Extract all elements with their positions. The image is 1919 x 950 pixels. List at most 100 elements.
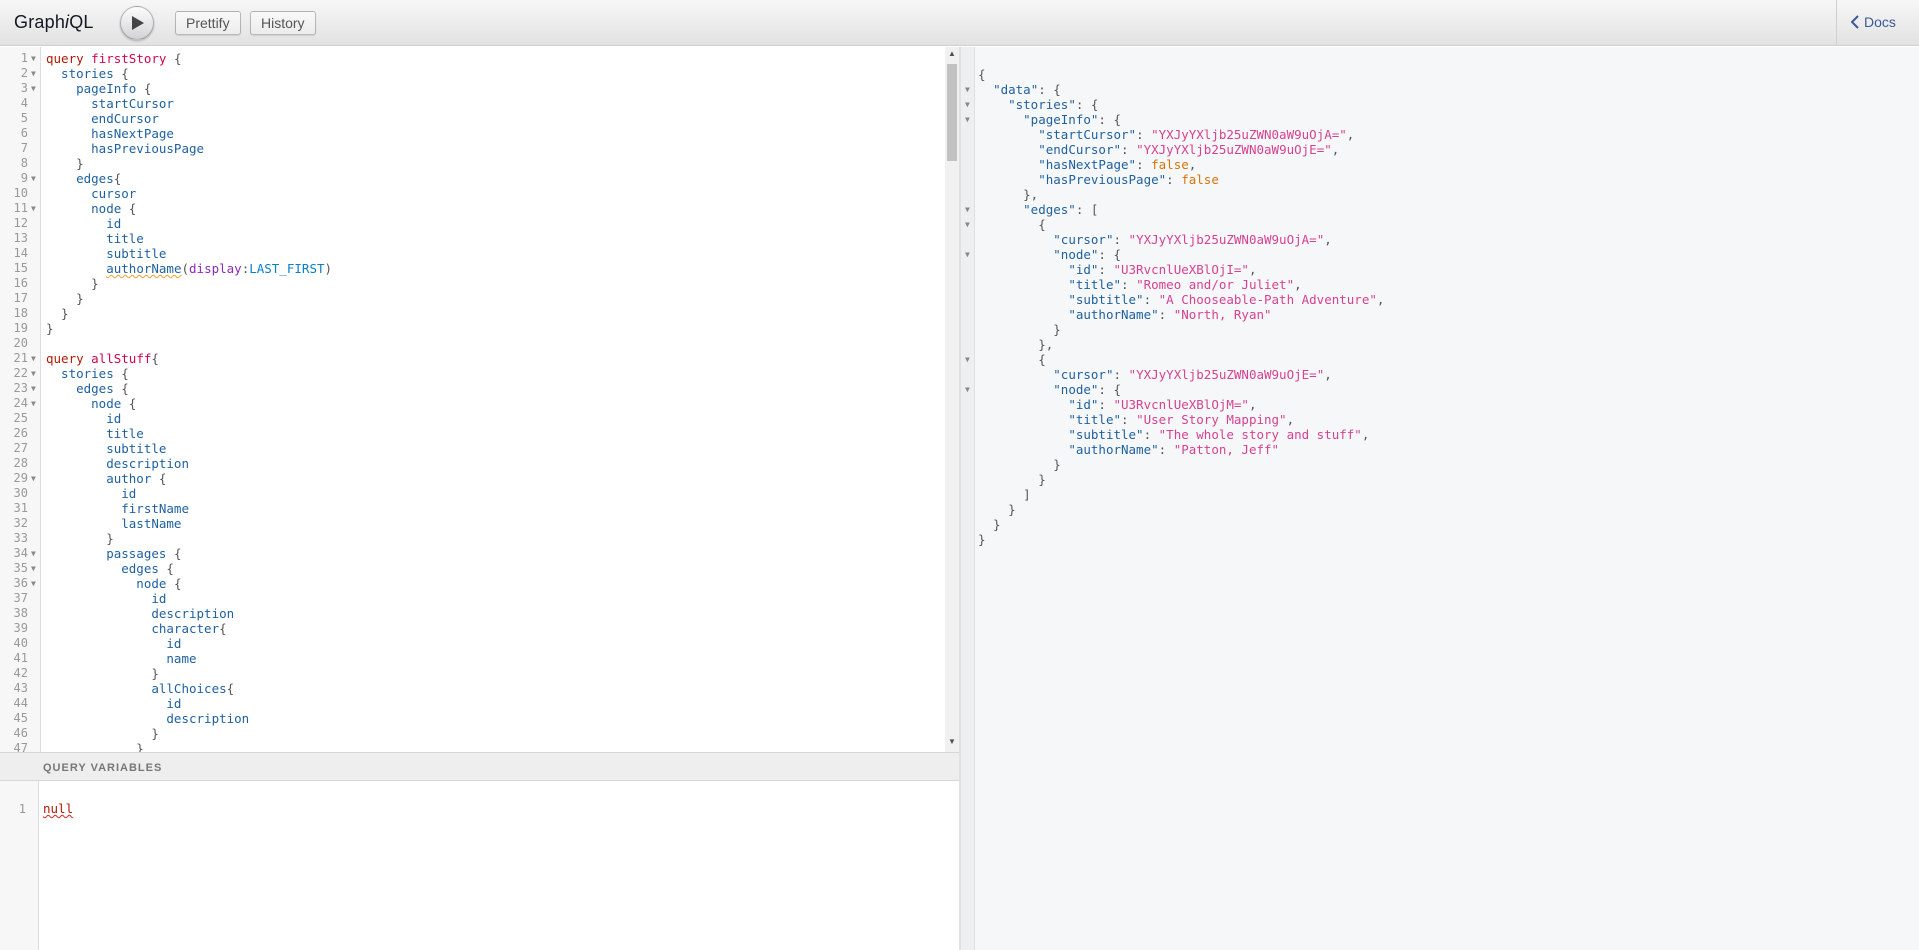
code-line[interactable]: 45 description [0,711,945,726]
code-line[interactable]: 37 id [0,591,945,606]
code-line[interactable]: 20 [0,336,945,351]
line-number: 7 [20,141,28,155]
code-line[interactable]: 23 ▼ edges { [0,381,945,396]
scroll-up-icon[interactable]: ▲ [948,49,956,58]
result-text: } [978,472,1046,487]
result-token: "authorName" [1068,307,1159,322]
fold-arrow-icon[interactable]: ▼ [965,82,970,97]
query-code[interactable]: 1 ▼ query firstStory {2 ▼ stories {3 ▼ pageI… [0,51,945,756]
query-editor[interactable]: 1 ▼ query firstStory {2 ▼ stories {3 ▼ pageI… [0,47,959,756]
code-line[interactable]: 1 ▼ query firstStory { [0,51,945,66]
code-line[interactable]: 6 hasNextPage [0,126,945,141]
code-line[interactable]: 43 allChoices{ [0,681,945,696]
result-token: : [1166,172,1182,187]
fold-arrow-icon[interactable]: ▼ [31,81,36,96]
code-line[interactable]: 27 subtitle [0,441,945,456]
code-line[interactable]: 44 id [0,696,945,711]
line-number: 39 [13,621,28,635]
code-line[interactable]: 14 subtitle [0,246,945,261]
code-text: pageInfo { [46,81,151,96]
fold-arrow-icon[interactable]: ▼ [31,546,36,561]
code-line[interactable]: 2 ▼ stories { [0,66,945,81]
code-line[interactable]: 38 description [0,606,945,621]
fold-arrow-icon[interactable]: ▼ [31,381,36,396]
docs-button[interactable]: Docs [1851,14,1896,30]
scroll-down-icon[interactable]: ▼ [948,737,956,746]
code-line[interactable]: 32 lastName [0,516,945,531]
query-editor-scrollbar[interactable]: ▲ ▼ [945,47,959,752]
fold-arrow-icon[interactable]: ▼ [31,576,36,591]
code-line[interactable]: 25 id [0,411,945,426]
fold-arrow-icon[interactable]: ▼ [31,201,36,216]
code-token: query [46,351,84,366]
code-line[interactable]: 46 } [0,726,945,741]
code-line[interactable]: 42 } [0,666,945,681]
code-line[interactable]: 8 } [0,156,945,171]
prettify-button[interactable]: Prettify [175,11,241,35]
execute-query-button[interactable] [120,6,154,40]
line-number: 34 [13,546,28,560]
code-line[interactable]: 36 ▼ node { [0,576,945,591]
variables-editor[interactable]: 1 null [0,781,959,950]
code-line[interactable]: 3 ▼ pageInfo { [0,81,945,96]
code-line[interactable]: 16 } [0,276,945,291]
result-token [978,157,1038,172]
result-token: , [1346,127,1355,142]
code-line[interactable]: 18 } [0,306,945,321]
code-line[interactable]: 13 title [0,231,945,246]
code-line[interactable]: 33 } [0,531,945,546]
code-line[interactable]: 22 ▼ stories { [0,366,945,381]
fold-arrow-icon[interactable]: ▼ [31,51,36,66]
code-line[interactable]: 7 hasPreviousPage [0,141,945,156]
line-number: 18 [13,306,28,320]
code-line[interactable]: 17 } [0,291,945,306]
fold-arrow-icon[interactable]: ▼ [965,352,970,367]
code-line[interactable]: 9 ▼ edges{ [0,171,945,186]
variables-value[interactable]: null [43,801,73,816]
code-line[interactable]: 24 ▼ node { [0,396,945,411]
fold-arrow-icon[interactable]: ▼ [31,351,36,366]
code-line[interactable]: 11 ▼ node { [0,201,945,216]
scrollbar-thumb[interactable] [947,64,957,161]
fold-arrow-icon[interactable]: ▼ [965,217,970,232]
fold-arrow-icon[interactable]: ▼ [31,66,36,81]
code-line[interactable]: 34 ▼ passages { [0,546,945,561]
code-token: { [219,621,227,636]
fold-arrow-icon[interactable]: ▼ [965,247,970,262]
fold-arrow-icon[interactable]: ▼ [965,382,970,397]
code-line[interactable]: 21 ▼ query allStuff{ [0,351,945,366]
code-line[interactable]: 35 ▼ edges { [0,561,945,576]
code-line[interactable]: 19} [0,321,945,336]
code-line[interactable]: 10 cursor [0,186,945,201]
code-line[interactable]: 40 id [0,636,945,651]
code-line[interactable]: 29 ▼ author { [0,471,945,486]
code-text: } [46,666,159,681]
result-token [978,412,1068,427]
fold-arrow-icon[interactable]: ▼ [31,171,36,186]
code-line[interactable]: 41 name [0,651,945,666]
code-line[interactable]: 30 id [0,486,945,501]
result-token: : [1098,397,1114,412]
code-line[interactable]: 5 endCursor [0,111,945,126]
code-line[interactable]: 28 description [0,456,945,471]
fold-arrow-icon[interactable]: ▼ [31,396,36,411]
code-line[interactable]: 31 firstName [0,501,945,516]
history-button[interactable]: History [250,11,316,35]
code-line[interactable]: 39 character{ [0,621,945,636]
result-token: "YXJyYXljb25uZWN0aW9uOjE=" [1128,367,1325,382]
fold-arrow-icon[interactable]: ▼ [965,97,970,112]
code-text: id [46,591,166,606]
code-line[interactable]: 12 id [0,216,945,231]
fold-arrow-icon[interactable]: ▼ [31,471,36,486]
code-line[interactable]: 4 startCursor [0,96,945,111]
result-token: : [ [1075,202,1099,217]
fold-arrow-icon[interactable]: ▼ [965,112,970,127]
fold-arrow-icon[interactable]: ▼ [31,366,36,381]
result-text: "subtitle": "The whole story and stuff", [978,427,1369,442]
code-line[interactable]: 26 title [0,426,945,441]
query-variables-header[interactable]: QUERY VARIABLES [0,752,959,781]
fold-arrow-icon[interactable]: ▼ [965,202,970,217]
result-token: "Patton, Jeff" [1173,442,1280,457]
code-line[interactable]: 15 authorName(display:LAST_FIRST) [0,261,945,276]
fold-arrow-icon[interactable]: ▼ [31,561,36,576]
